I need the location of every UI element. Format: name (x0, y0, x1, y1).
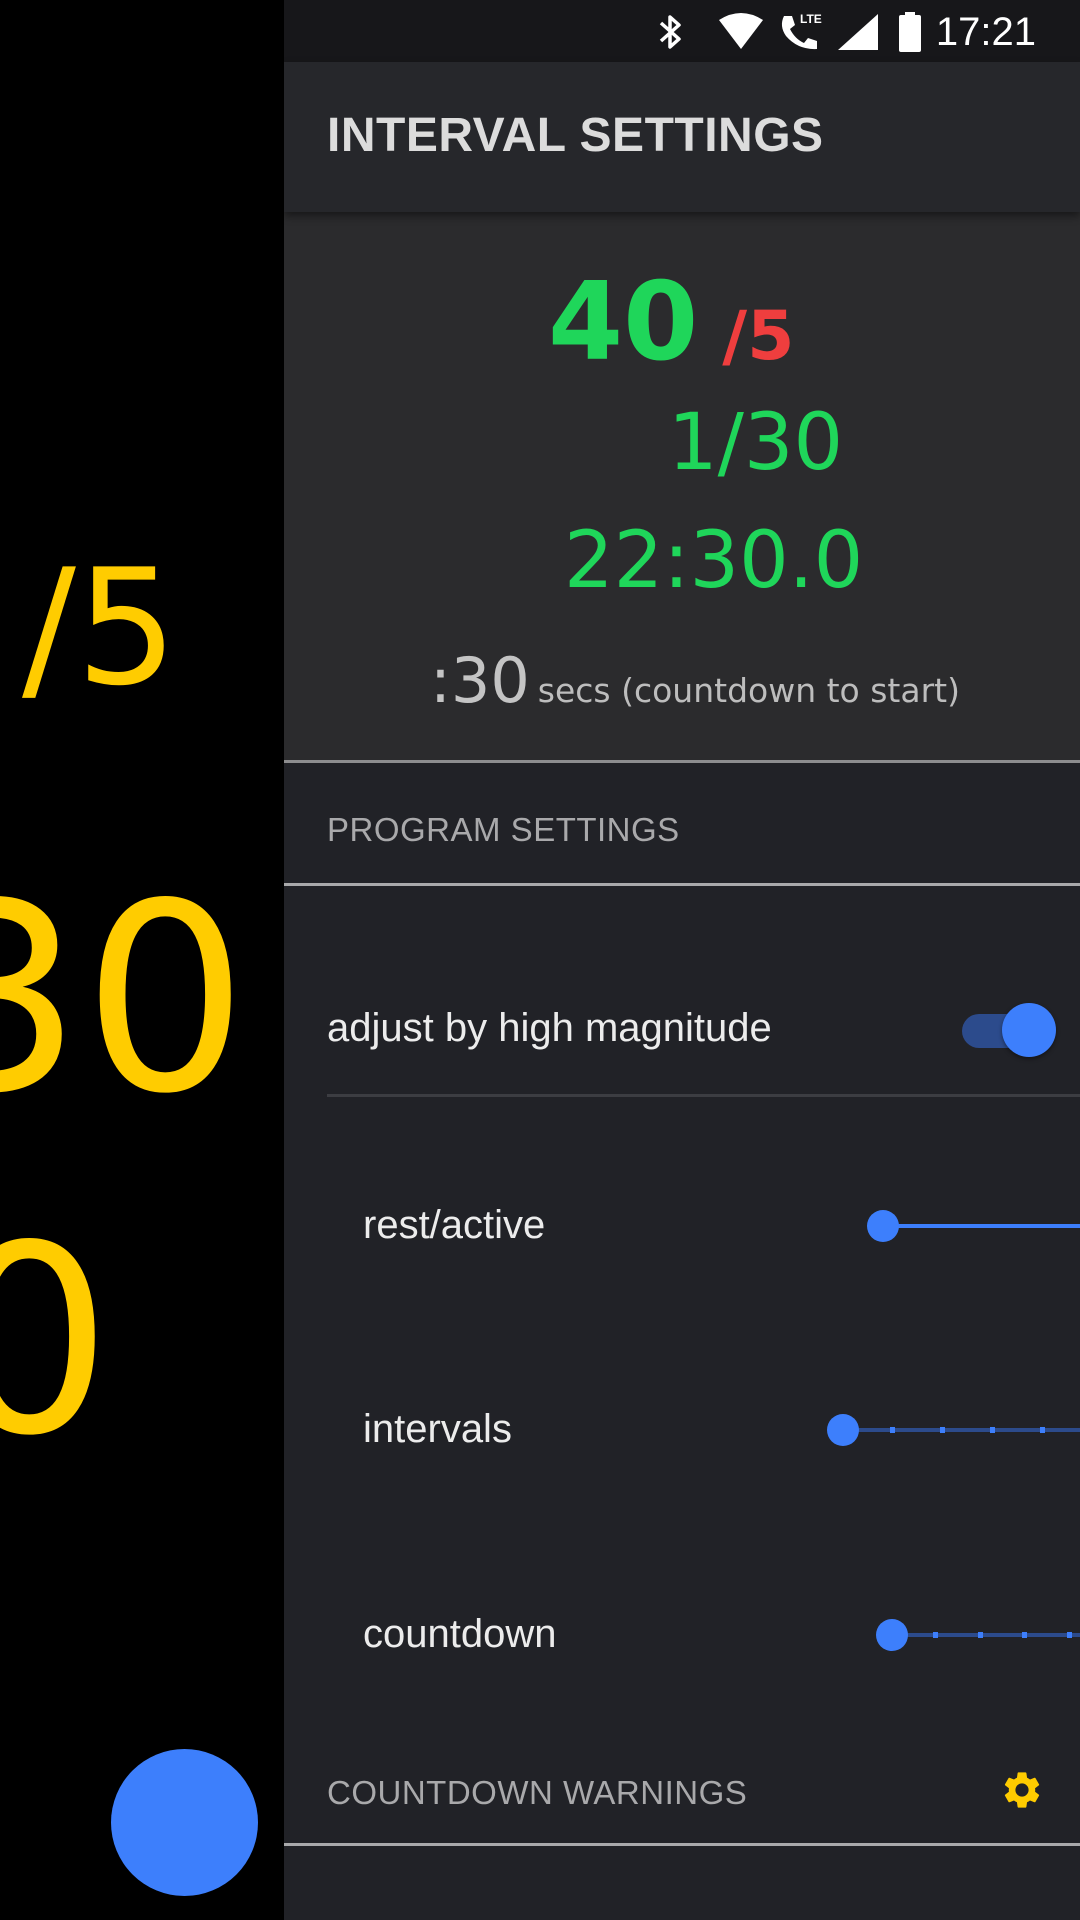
toggle-thumb[interactable] (1002, 1003, 1056, 1057)
bluetooth-icon (659, 15, 681, 49)
background-timer-text: 30 (0, 849, 248, 1151)
countdown-warnings-header: COUNTDOWN WARNINGS (284, 1726, 1080, 1846)
start-fab-button[interactable] (111, 1749, 258, 1896)
countdown-slider[interactable] (892, 1632, 1080, 1638)
rest-active-slider[interactable] (883, 1224, 1080, 1228)
page-title: INTERVAL SETTINGS (327, 109, 824, 162)
countdown-thumb[interactable] (876, 1619, 908, 1651)
lte-call-icon: LTE (781, 12, 822, 50)
slider-tick-mark (939, 1427, 945, 1433)
adjust-magnitude-toggle[interactable] (958, 1003, 1056, 1059)
rest-active-label: rest/active (363, 1203, 546, 1247)
cell-signal-icon (838, 14, 878, 50)
app-bar: INTERVAL SETTINGS (284, 62, 1080, 212)
battery-icon (899, 12, 921, 52)
summary-countdown-unit: secs (countdown to start) (537, 671, 960, 710)
wifi-icon (719, 13, 763, 49)
background-sets-text: /5 (22, 534, 178, 721)
slider-tick-mark (933, 1632, 939, 1638)
summary-sets: /5 (722, 297, 795, 376)
program-settings-title: PROGRAM SETTINGS (327, 811, 680, 848)
intervals-slider-row: intervals (363, 1388, 1080, 1468)
countdown-warnings-title: COUNTDOWN WARNINGS (327, 1774, 748, 1811)
adjust-magnitude-label: adjust by high magnitude (327, 1006, 772, 1050)
summary-duration: 22:30.0 (564, 516, 864, 606)
slider-tick-mark (977, 1632, 983, 1638)
countdown-label: countdown (363, 1612, 557, 1656)
countdown-slider-row: countdown (363, 1593, 1080, 1673)
summary-countdown-value: :30 (430, 644, 530, 717)
svg-text:LTE: LTE (800, 12, 822, 26)
slider-tick-mark (1039, 1427, 1045, 1433)
slider-tick-mark (889, 1427, 895, 1433)
summary-interval: 1/30 (668, 398, 844, 488)
summary-countdown: :30 secs (countdown to start) (430, 644, 960, 717)
settings-drawer: LTE 17:21 INTERVAL SETTINGS 40/5 1/30 22… (284, 0, 1080, 1920)
slider-tick-mark (1022, 1632, 1028, 1638)
adjust-magnitude-row[interactable]: adjust by high magnitude (327, 886, 1080, 1097)
intervals-thumb[interactable] (827, 1414, 859, 1446)
summary-rate-line: 40/5 (548, 260, 794, 385)
status-bar: LTE 17:21 (284, 0, 1080, 62)
slider-tick-mark (1066, 1632, 1072, 1638)
rest-active-slider-row: rest/active (363, 1184, 1080, 1264)
program-settings-header: PROGRAM SETTINGS (284, 763, 1080, 886)
slider-tick-mark (989, 1427, 995, 1433)
background-counter-text: 0 (0, 1191, 112, 1493)
screen: /5 30 0 LTE 17:21 INTERVA (0, 0, 1080, 1920)
gear-icon[interactable] (1000, 1768, 1044, 1812)
rest-active-slider-fill (883, 1224, 1080, 1228)
intervals-slider[interactable] (843, 1427, 1080, 1433)
interval-summary: 40/5 1/30 22:30.0 :30 secs (countdown to … (284, 212, 1080, 763)
status-time: 17:21 (935, 10, 1036, 54)
rest-active-low-thumb[interactable] (867, 1210, 899, 1242)
intervals-label: intervals (363, 1407, 512, 1451)
summary-rate: 40 (548, 260, 699, 385)
